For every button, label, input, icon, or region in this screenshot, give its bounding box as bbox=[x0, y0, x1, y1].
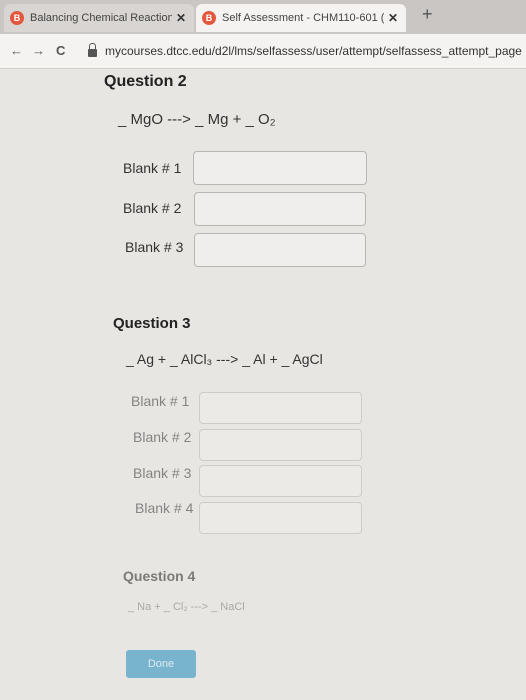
q2-blank-1-input[interactable] bbox=[193, 151, 367, 185]
q3-blank-3-input[interactable] bbox=[199, 465, 362, 497]
q3-blank-1-input[interactable] bbox=[199, 392, 362, 424]
tab-title: Self Assessment - CHM110-601 ( bbox=[222, 12, 384, 24]
brightspace-favicon-icon: B bbox=[202, 11, 216, 25]
question-4-equation: _ Na + _ Cl₂ ---> _ NaCl bbox=[128, 601, 245, 613]
back-arrow-icon[interactable]: ← bbox=[10, 43, 23, 58]
q3-blank-3-label: Blank # 3 bbox=[133, 465, 192, 481]
tab-balancing-chemical-reactions[interactable]: B Balancing Chemical Reactions · C ✕ bbox=[4, 4, 194, 32]
close-icon[interactable]: ✕ bbox=[176, 11, 186, 25]
q2-blank-3-input[interactable] bbox=[194, 233, 366, 267]
address-bar[interactable]: mycourses.dtcc.edu/d2l/lms/selfassess/us… bbox=[88, 40, 526, 62]
quiz-content: Question 2 _ MgO ---> _ Mg + _ O₂ Blank … bbox=[0, 69, 526, 700]
question-3-title: Question 3 bbox=[113, 315, 191, 332]
q3-blank-2-input[interactable] bbox=[199, 429, 362, 461]
tab-self-assessment[interactable]: B Self Assessment - CHM110-601 ( ✕ bbox=[196, 4, 406, 32]
question-2-equation: _ MgO ---> _ Mg + _ O₂ bbox=[118, 111, 276, 128]
tab-title: Balancing Chemical Reactions · C bbox=[30, 12, 172, 24]
forward-arrow-icon[interactable]: → bbox=[32, 43, 45, 58]
question-4-title: Question 4 bbox=[123, 568, 196, 584]
q2-blank-2-input[interactable] bbox=[194, 192, 366, 226]
close-icon[interactable]: ✕ bbox=[388, 11, 398, 25]
browser-toolbar: ← → C mycourses.dtcc.edu/d2l/lms/selfass… bbox=[0, 34, 526, 69]
q2-blank-3-label: Blank # 3 bbox=[125, 239, 184, 255]
reload-icon[interactable]: C bbox=[56, 43, 65, 58]
q2-blank-2-label: Blank # 2 bbox=[123, 200, 182, 216]
new-tab-button[interactable]: + bbox=[422, 4, 433, 25]
done-button[interactable]: Done bbox=[126, 650, 196, 678]
lock-icon bbox=[88, 43, 97, 57]
question-2-title: Question 2 bbox=[104, 73, 187, 90]
q3-blank-4-label: Blank # 4 bbox=[135, 500, 194, 516]
q3-blank-1-label: Blank # 1 bbox=[131, 393, 190, 409]
q3-blank-4-input[interactable] bbox=[199, 502, 362, 534]
question-3-equation: _ Ag + _ AlCl₃ ---> _ Al + _ AgCl bbox=[126, 351, 323, 367]
url-text: mycourses.dtcc.edu/d2l/lms/selfassess/us… bbox=[105, 44, 522, 58]
q3-blank-2-label: Blank # 2 bbox=[133, 429, 192, 445]
browser-tabstrip: B Balancing Chemical Reactions · C ✕ B S… bbox=[0, 0, 526, 34]
q2-blank-1-label: Blank # 1 bbox=[123, 160, 182, 176]
brightspace-favicon-icon: B bbox=[10, 11, 24, 25]
